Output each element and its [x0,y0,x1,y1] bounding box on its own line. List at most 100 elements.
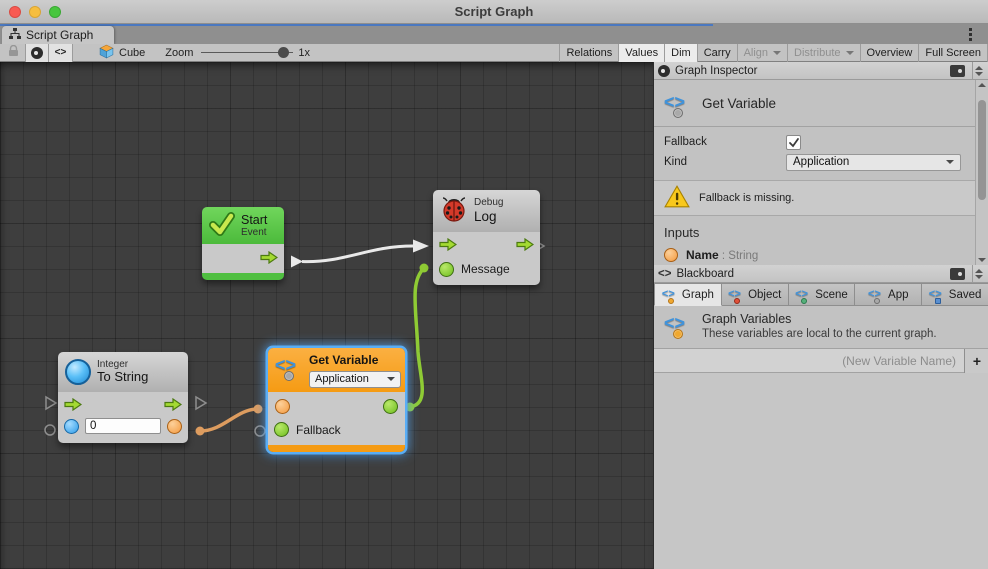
inputs-heading: Inputs [654,220,988,244]
wire-cap [420,264,429,273]
integer-input-port[interactable] [64,419,79,434]
tab-app[interactable]: <> App [855,283,922,306]
panel-scroll-arrows[interactable] [972,265,985,283]
graph-inspector-header[interactable]: Graph Inspector [654,62,988,80]
panel-title: Graph Inspector [675,65,757,77]
wire-cap [254,405,263,414]
node-body: Message [433,232,540,285]
scene-variables-icon: <> [795,288,811,302]
fallback-label: Fallback [664,136,786,148]
integer-sphere-icon [65,359,91,385]
relations-button[interactable]: Relations [559,44,618,62]
message-input-port[interactable] [439,262,454,277]
integer-value-field[interactable] [85,418,161,434]
zoom-slider[interactable] [201,44,293,62]
fallback-field-row: Fallback [654,133,988,151]
flow-input-port[interactable] [64,398,82,414]
tab-graph[interactable]: <> Graph [654,283,722,306]
align-button[interactable]: Align [737,44,787,62]
full-screen-button[interactable]: Full Screen [918,44,988,62]
fallback-port-label: Fallback [296,423,341,437]
new-variable-row: + [654,349,988,373]
tab-bar: Script Graph [0,24,988,44]
node-integer-to-string[interactable]: Integer To String [58,352,188,443]
blackboard-header[interactable]: <> Blackboard [654,265,988,283]
inspector-scrollbar[interactable] [975,80,988,265]
node-body [202,244,284,273]
overview-button[interactable]: Overview [860,44,919,62]
string-port-icon [664,248,678,262]
dropdown-arrow-icon [846,51,854,55]
graph-badge-icon [673,329,683,339]
value-output-port[interactable] [383,399,398,414]
warning-text: Fallback is missing. [699,192,794,204]
panel-scroll-arrows[interactable] [972,62,985,80]
object-variables-icon: <> [728,288,744,302]
fallback-checkbox[interactable] [786,135,801,150]
node-footer [268,445,405,452]
scrollbar-thumb[interactable] [978,100,986,200]
variable-icon: <> [275,354,303,378]
code-view-button[interactable]: <> [49,44,73,62]
flow-wire[interactable] [302,246,413,262]
section-description: These variables are local to the current… [702,328,937,340]
lock-icon[interactable] [8,45,19,60]
tab-scene[interactable]: <> Scene [789,283,856,306]
variable-kind-dropdown[interactable]: Application [309,371,401,388]
value-wire-green[interactable] [410,268,424,407]
warning-box: Fallback is missing. [654,180,988,216]
kind-dropdown[interactable]: Application [786,154,961,171]
name-input-port[interactable] [275,399,290,414]
value-wire-orange[interactable] [200,409,258,431]
flow-output-port[interactable] [516,238,534,254]
tab-script-graph[interactable]: Script Graph [2,26,114,44]
node-title: To String [97,370,148,385]
zoom-value: 1x [298,47,310,59]
node-get-variable[interactable]: <> Get Variable Application Fa [268,348,405,452]
ladybug-icon [440,196,468,227]
dim-button[interactable]: Dim [664,44,697,62]
gear-icon [673,108,683,118]
flow-input-port[interactable] [439,238,457,254]
graph-inspector-toggle-button[interactable] [25,44,49,62]
panel-maximize-icon[interactable] [950,65,965,77]
string-output-port[interactable] [167,419,182,434]
node-debug-log[interactable]: Debug Log Message [433,190,540,285]
ghost-value-port [255,426,265,436]
selection-title: Get Variable [702,96,776,111]
node-title: Get Variable [309,354,401,368]
input-type: : String [722,250,758,262]
node-header: <> Get Variable Application [268,348,405,392]
node-header: Debug Log [433,190,540,232]
graph-variables-icon: <> [664,312,692,336]
flow-wire-arrowhead [413,240,429,253]
panel-maximize-icon[interactable] [950,268,965,280]
flow-wire-start-cap [291,256,303,268]
new-variable-input[interactable] [654,349,964,372]
node-header: Start Event [202,207,284,244]
zoom-label: Zoom [165,47,193,59]
graph-canvas[interactable]: Start Event [0,62,653,569]
flow-output-port[interactable] [164,398,182,414]
add-variable-button[interactable]: + [964,349,988,373]
node-start-event[interactable]: Start Event [202,207,284,280]
distribute-button[interactable]: Distribute [787,44,859,62]
wire-cap [406,403,415,412]
tab-saved[interactable]: <> Saved [922,283,988,306]
ghost-flow-port [196,397,206,409]
graph-toolbar: <> Cube Zoom 1x Relations Values Dim Car… [0,44,988,62]
script-graph-window: Script Graph Script Graph <> Cube Zoom 1 [0,0,988,569]
warning-icon [664,185,690,211]
window-menu-icon[interactable] [969,28,972,41]
carry-button[interactable]: Carry [697,44,737,62]
fallback-input-port[interactable] [274,422,289,437]
tab-object[interactable]: <> Object [722,283,789,306]
ghost-value-port [45,425,55,435]
values-button[interactable]: Values [618,44,664,62]
scene-badge-icon [801,298,807,304]
node-footer [202,273,284,280]
zoom-slider-handle[interactable] [278,47,289,58]
flow-output-port[interactable] [260,251,278,267]
wire-cap [196,427,205,436]
input-name-row: Name : String [654,246,988,264]
